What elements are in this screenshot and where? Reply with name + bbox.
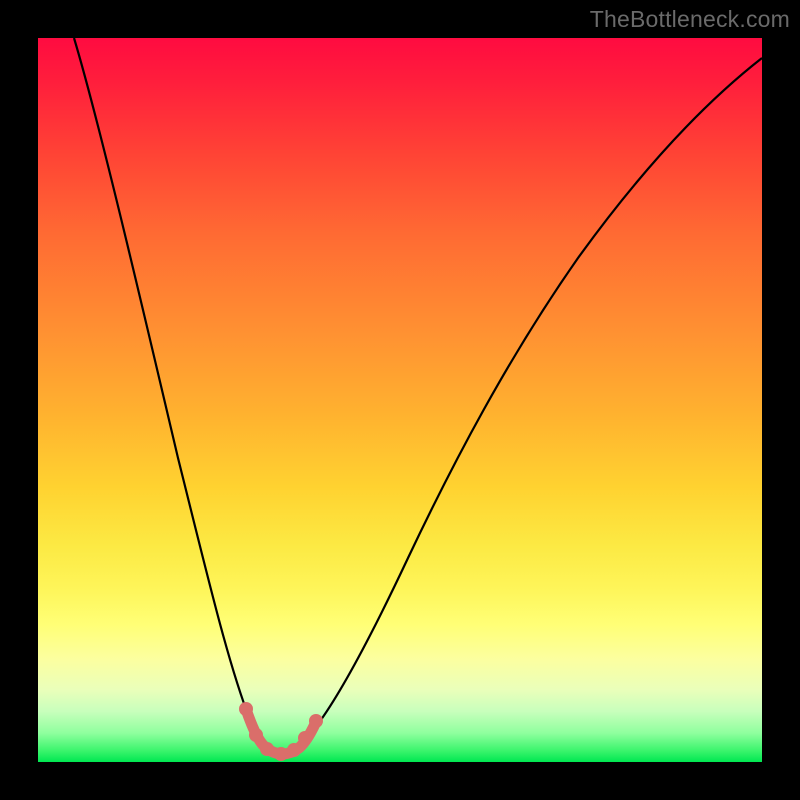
bottleneck-curve <box>74 38 762 752</box>
watermark-text: TheBottleneck.com <box>590 6 790 33</box>
bottleneck-curve-svg <box>38 38 762 762</box>
plot-area <box>38 38 762 762</box>
chart-frame: TheBottleneck.com <box>0 0 800 800</box>
